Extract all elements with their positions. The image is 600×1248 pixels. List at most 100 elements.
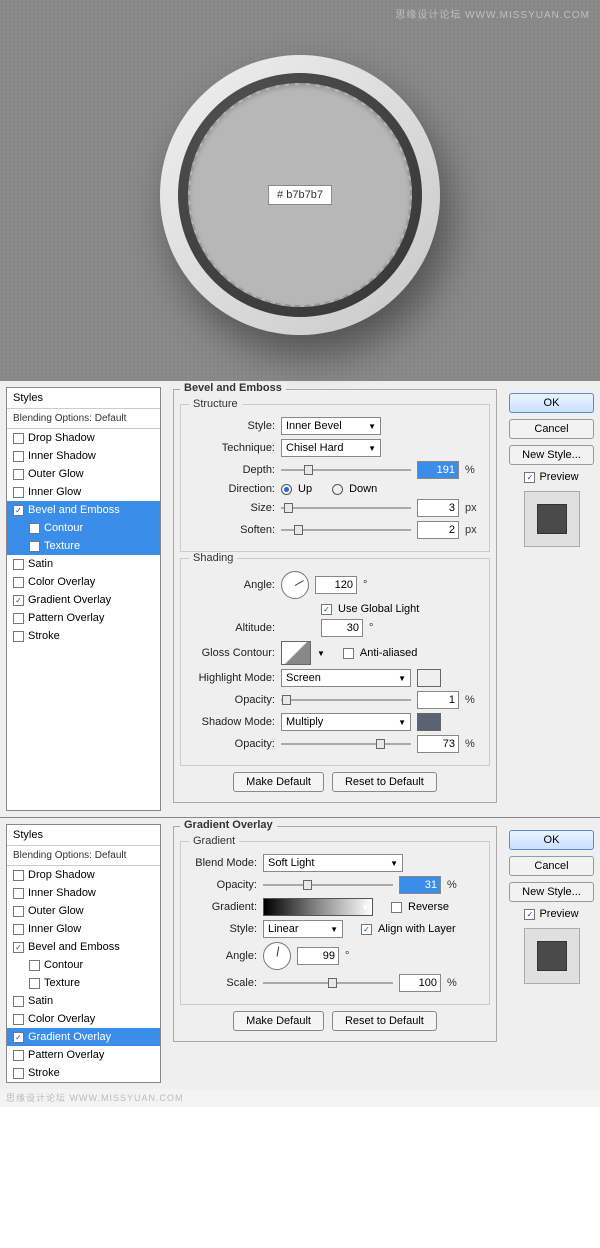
- style-gradient-overlay[interactable]: ✓Gradient Overlay: [7, 591, 160, 609]
- shadow-mode-select[interactable]: Multiply▼: [281, 713, 411, 731]
- style-color-overlay[interactable]: Color Overlay: [7, 1010, 160, 1028]
- checkbox-icon[interactable]: [13, 870, 24, 881]
- checkbox-icon[interactable]: [13, 1014, 24, 1025]
- style-select[interactable]: Inner Bevel▼: [281, 417, 381, 435]
- style-contour[interactable]: Contour: [7, 956, 160, 974]
- shadow-opacity-slider[interactable]: [281, 737, 411, 751]
- global-light-checkbox[interactable]: ✓: [321, 604, 332, 615]
- ok-button[interactable]: OK: [509, 830, 594, 850]
- reset-default-button[interactable]: Reset to Default: [332, 772, 437, 792]
- style-inner-shadow[interactable]: Inner Shadow: [7, 884, 160, 902]
- soften-input[interactable]: 2: [417, 521, 459, 539]
- angle-input[interactable]: 99: [297, 947, 339, 965]
- ok-button[interactable]: OK: [509, 393, 594, 413]
- anti-aliased-checkbox[interactable]: [343, 648, 354, 659]
- checkbox-icon[interactable]: [13, 1068, 24, 1079]
- soften-slider[interactable]: [281, 523, 411, 537]
- style-inner-glow[interactable]: Inner Glow: [7, 920, 160, 938]
- up-radio[interactable]: [281, 484, 292, 495]
- style-pattern-overlay[interactable]: Pattern Overlay: [7, 609, 160, 627]
- checkbox-icon[interactable]: [13, 996, 24, 1007]
- highlight-opacity-slider[interactable]: [281, 693, 411, 707]
- angle-dial[interactable]: [263, 942, 291, 970]
- angle-input[interactable]: 120: [315, 576, 357, 594]
- style-contour[interactable]: Contour: [7, 519, 160, 537]
- highlight-opacity-input[interactable]: 1: [417, 691, 459, 709]
- style-inner-shadow[interactable]: Inner Shadow: [7, 447, 160, 465]
- make-default-button[interactable]: Make Default: [233, 772, 324, 792]
- gradient-style-select[interactable]: Linear▼: [263, 920, 343, 938]
- scale-input[interactable]: 100: [399, 974, 441, 992]
- opacity-slider[interactable]: [263, 878, 393, 892]
- highlight-mode-select[interactable]: Screen▼: [281, 669, 411, 687]
- technique-select[interactable]: Chisel Hard▼: [281, 439, 381, 457]
- checkbox-icon[interactable]: [29, 978, 40, 989]
- checkbox-icon[interactable]: [13, 451, 24, 462]
- style-texture[interactable]: Texture: [7, 974, 160, 992]
- checkbox-icon[interactable]: [13, 433, 24, 444]
- style-drop-shadow[interactable]: Drop Shadow: [7, 429, 160, 447]
- size-input[interactable]: 3: [417, 499, 459, 517]
- style-satin[interactable]: Satin: [7, 992, 160, 1010]
- new-style-button[interactable]: New Style...: [509, 882, 594, 902]
- style-color-overlay[interactable]: Color Overlay: [7, 573, 160, 591]
- checkbox-icon[interactable]: [13, 577, 24, 588]
- opacity-input[interactable]: 31: [399, 876, 441, 894]
- blending-options[interactable]: Blending Options: Default: [7, 409, 160, 429]
- style-bevel-emboss[interactable]: ✓Bevel and Emboss: [7, 938, 160, 956]
- size-slider[interactable]: [281, 501, 411, 515]
- style-gradient-overlay[interactable]: ✓Gradient Overlay: [7, 1028, 160, 1046]
- blending-options[interactable]: Blending Options: Default: [7, 846, 160, 866]
- checkbox-icon[interactable]: [13, 924, 24, 935]
- style-drop-shadow[interactable]: Drop Shadow: [7, 866, 160, 884]
- checkbox-icon[interactable]: [13, 487, 24, 498]
- checkbox-icon[interactable]: [13, 559, 24, 570]
- checkbox-icon[interactable]: ✓: [13, 1032, 24, 1043]
- checkbox-icon[interactable]: ✓: [13, 505, 24, 516]
- checkbox-icon[interactable]: [13, 631, 24, 642]
- scale-slider[interactable]: [263, 976, 393, 990]
- style-inner-glow[interactable]: Inner Glow: [7, 483, 160, 501]
- new-style-button[interactable]: New Style...: [509, 445, 594, 465]
- reverse-checkbox[interactable]: [391, 902, 402, 913]
- cancel-button[interactable]: Cancel: [509, 419, 594, 439]
- checkbox-icon[interactable]: [13, 888, 24, 899]
- style-outer-glow[interactable]: Outer Glow: [7, 465, 160, 483]
- reset-default-button[interactable]: Reset to Default: [332, 1011, 437, 1031]
- angle-dial[interactable]: [281, 571, 309, 599]
- gradient-picker[interactable]: ▼: [263, 898, 373, 916]
- depth-input[interactable]: 191: [417, 461, 459, 479]
- shadow-color-swatch[interactable]: [417, 713, 441, 731]
- preview-checkbox[interactable]: ✓: [524, 909, 535, 920]
- style-outer-glow[interactable]: Outer Glow: [7, 902, 160, 920]
- checkbox-icon[interactable]: [29, 960, 40, 971]
- make-default-button[interactable]: Make Default: [233, 1011, 324, 1031]
- align-layer-checkbox[interactable]: ✓: [361, 924, 372, 935]
- style-pattern-overlay[interactable]: Pattern Overlay: [7, 1046, 160, 1064]
- up-label: Up: [298, 483, 312, 495]
- value: Linear: [268, 923, 299, 935]
- checkbox-icon[interactable]: [13, 906, 24, 917]
- checkbox-icon[interactable]: [29, 541, 40, 552]
- checkbox-icon[interactable]: ✓: [13, 942, 24, 953]
- checkbox-icon[interactable]: [13, 613, 24, 624]
- depth-slider[interactable]: [281, 463, 411, 477]
- style-texture[interactable]: Texture: [7, 537, 160, 555]
- style-bevel-emboss[interactable]: ✓Bevel and Emboss: [7, 501, 160, 519]
- checkbox-icon[interactable]: ✓: [13, 595, 24, 606]
- style-satin[interactable]: Satin: [7, 555, 160, 573]
- highlight-color-swatch[interactable]: [417, 669, 441, 687]
- checkbox-icon[interactable]: [13, 1050, 24, 1061]
- preview-checkbox[interactable]: ✓: [524, 472, 535, 483]
- chevron-down-icon[interactable]: ▼: [317, 649, 325, 658]
- style-stroke[interactable]: Stroke: [7, 627, 160, 645]
- blend-mode-select[interactable]: Soft Light▼: [263, 854, 403, 872]
- style-stroke[interactable]: Stroke: [7, 1064, 160, 1082]
- cancel-button[interactable]: Cancel: [509, 856, 594, 876]
- gloss-contour-picker[interactable]: [281, 641, 311, 665]
- checkbox-icon[interactable]: [29, 523, 40, 534]
- altitude-input[interactable]: 30: [321, 619, 363, 637]
- shadow-opacity-input[interactable]: 73: [417, 735, 459, 753]
- checkbox-icon[interactable]: [13, 469, 24, 480]
- down-radio[interactable]: [332, 484, 343, 495]
